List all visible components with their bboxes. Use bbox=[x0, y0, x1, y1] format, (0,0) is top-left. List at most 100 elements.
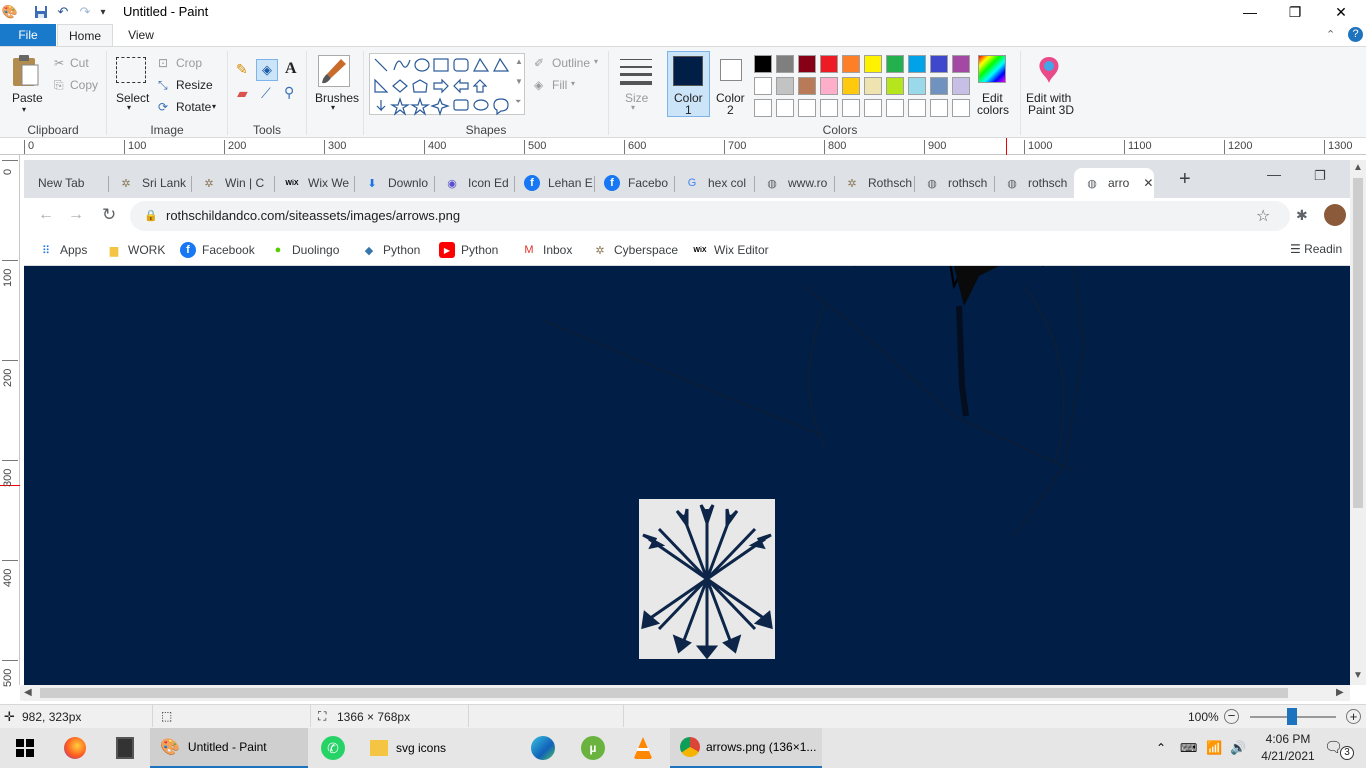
browser-tab[interactable]: ✲ Win | C bbox=[191, 168, 274, 198]
edit-paint3d-label-2[interactable]: Paint 3D bbox=[1028, 103, 1074, 117]
close-button[interactable]: ✕ bbox=[1318, 0, 1364, 24]
bookmark-star-icon[interactable]: ☆ bbox=[1256, 206, 1270, 226]
wifi-icon[interactable]: 📶 bbox=[1206, 728, 1222, 768]
palette-swatch[interactable] bbox=[864, 77, 882, 95]
close-tab-icon[interactable]: ✕ bbox=[1143, 176, 1153, 190]
taskbar-paint-item[interactable]: 🎨 Untitled - Paint bbox=[150, 728, 308, 768]
color-picker-icon[interactable]: ⟋ bbox=[261, 85, 271, 102]
undo-icon[interactable]: ↶ bbox=[55, 4, 71, 20]
palette-swatch-custom[interactable] bbox=[776, 99, 794, 117]
vertical-scrollbar[interactable]: ▲ ▼ bbox=[1350, 160, 1366, 685]
palette-swatch[interactable] bbox=[798, 55, 816, 73]
browser-tab[interactable]: ✲ Rothsch bbox=[834, 168, 914, 198]
horizontal-scrollbar[interactable]: ◀ ▶ bbox=[20, 685, 1350, 701]
bookmark-item[interactable]: ✲ Cyberspace bbox=[592, 242, 678, 258]
palette-swatch[interactable] bbox=[952, 77, 970, 95]
fill-dropdown-icon[interactable]: ▾ bbox=[571, 79, 575, 88]
calculator-icon[interactable] bbox=[112, 728, 138, 768]
crop-icon[interactable]: ⊡ bbox=[158, 56, 168, 70]
rotate-icon[interactable]: ⟳ bbox=[158, 100, 168, 114]
outline-icon[interactable]: ✐ bbox=[534, 56, 544, 70]
help-icon[interactable]: ? bbox=[1348, 27, 1363, 42]
bookmark-item[interactable]: ▆ WORK bbox=[106, 242, 166, 258]
scroll-up-icon[interactable]: ▲ bbox=[1353, 162, 1363, 173]
browser-tab[interactable]: f Lehan E bbox=[514, 168, 594, 198]
fill-icon[interactable]: ◈ bbox=[534, 78, 543, 92]
palette-swatch[interactable] bbox=[842, 77, 860, 95]
copy-button[interactable]: Copy bbox=[70, 78, 98, 92]
palette-swatch-custom[interactable] bbox=[754, 99, 772, 117]
paint-canvas[interactable]: New Tab ✲ Sri Lank ✲ Win | C WiX Wix We ⬇ Downlo… bbox=[24, 160, 1350, 685]
select-dropdown-icon[interactable]: ▾ bbox=[127, 103, 131, 112]
select-icon[interactable] bbox=[116, 57, 146, 83]
new-tab-plus-icon[interactable]: + bbox=[1179, 168, 1191, 191]
tab-home[interactable]: Home bbox=[57, 24, 113, 47]
redo-icon[interactable]: ↷ bbox=[77, 4, 93, 20]
paint-app-icon[interactable]: 🎨 bbox=[2, 4, 18, 20]
bookmark-item[interactable]: ◆ Python bbox=[361, 242, 421, 258]
magnifier-icon[interactable]: ⚲ bbox=[284, 84, 294, 101]
forward-icon[interactable]: → bbox=[68, 206, 84, 224]
browser-tab[interactable]: New Tab bbox=[28, 168, 108, 198]
restore-button[interactable]: ❐ bbox=[1272, 0, 1318, 24]
browser-restore-icon[interactable]: ❐ bbox=[1314, 168, 1326, 184]
brushes-icon[interactable] bbox=[318, 55, 350, 87]
brushes-dropdown-icon[interactable]: ▾ bbox=[331, 103, 335, 112]
palette-swatch[interactable] bbox=[798, 77, 816, 95]
size-icon[interactable] bbox=[620, 57, 652, 87]
palette-swatch[interactable] bbox=[952, 55, 970, 73]
clock-time[interactable]: 4:06 PM bbox=[1258, 732, 1318, 746]
palette-swatch-custom[interactable] bbox=[930, 99, 948, 117]
palette-swatch[interactable] bbox=[864, 55, 882, 73]
palette-swatch[interactable] bbox=[776, 55, 794, 73]
shapes-scroll-down-icon[interactable]: ▼ bbox=[515, 77, 523, 86]
shapes-more-icon[interactable]: ⏷ bbox=[515, 97, 521, 107]
palette-swatch-custom[interactable] bbox=[952, 99, 970, 117]
select-button[interactable]: Select bbox=[116, 91, 149, 105]
palette-swatch[interactable] bbox=[820, 77, 838, 95]
extensions-icon[interactable]: ✱ bbox=[1296, 207, 1308, 224]
reading-list-button[interactable]: ☰ Readin bbox=[1290, 242, 1342, 256]
collapse-ribbon-icon[interactable]: ⌃ bbox=[1326, 28, 1335, 41]
palette-swatch[interactable] bbox=[886, 77, 904, 95]
customize-quick-access-icon[interactable]: ▾ bbox=[95, 4, 111, 20]
edit-colors-label-2[interactable]: colors bbox=[977, 103, 1009, 117]
palette-swatch[interactable] bbox=[820, 55, 838, 73]
color2-swatch[interactable] bbox=[720, 59, 742, 81]
eraser-icon[interactable]: ▰ bbox=[237, 85, 248, 102]
horizontal-scroll-thumb[interactable] bbox=[40, 688, 1288, 698]
palette-swatch-custom[interactable] bbox=[864, 99, 882, 117]
pencil-icon[interactable]: ✎ bbox=[236, 61, 248, 78]
paste-icon[interactable] bbox=[10, 53, 42, 89]
whatsapp-icon[interactable]: ✆ bbox=[320, 728, 346, 768]
save-icon[interactable] bbox=[33, 4, 49, 20]
minimize-button[interactable]: — bbox=[1227, 0, 1273, 24]
rotate-button[interactable]: Rotate bbox=[176, 100, 211, 114]
resize-button[interactable]: Resize bbox=[176, 78, 213, 92]
bookmark-item[interactable]: ▶ Python bbox=[439, 242, 498, 258]
bookmark-item[interactable]: WiX Wix Editor bbox=[692, 242, 768, 258]
bookmark-item[interactable]: M Inbox bbox=[521, 242, 572, 258]
palette-swatch-custom[interactable] bbox=[820, 99, 838, 117]
shapes-gallery[interactable] bbox=[369, 53, 525, 116]
edge-icon[interactable] bbox=[530, 728, 556, 768]
browser-tab[interactable]: WiX Wix We bbox=[274, 168, 354, 198]
zoom-in-icon[interactable]: + bbox=[1346, 709, 1361, 724]
zoom-slider-thumb[interactable] bbox=[1287, 708, 1297, 725]
browser-minimize-icon[interactable]: — bbox=[1267, 166, 1281, 182]
paste-dropdown-icon[interactable]: ▾ bbox=[22, 105, 26, 114]
bookmark-item[interactable]: ● Duolingo bbox=[270, 242, 340, 258]
size-button[interactable]: Size bbox=[625, 91, 648, 105]
paint3d-icon[interactable] bbox=[1034, 55, 1064, 85]
resize-icon[interactable]: ⤡ bbox=[158, 78, 168, 93]
palette-swatch[interactable] bbox=[886, 55, 904, 73]
palette-swatch-custom[interactable] bbox=[886, 99, 904, 117]
start-windows-icon[interactable] bbox=[12, 728, 38, 768]
fill-bucket-icon[interactable]: ◈ bbox=[256, 59, 278, 81]
cut-button[interactable]: Cut bbox=[70, 56, 89, 70]
tab-view[interactable]: View bbox=[116, 24, 166, 46]
size-dropdown-icon[interactable]: ▾ bbox=[631, 103, 635, 112]
fill-button[interactable]: Fill bbox=[552, 78, 567, 92]
scroll-left-icon[interactable]: ◀ bbox=[24, 687, 32, 698]
browser-tab[interactable]: ◉ Icon Ed bbox=[434, 168, 514, 198]
